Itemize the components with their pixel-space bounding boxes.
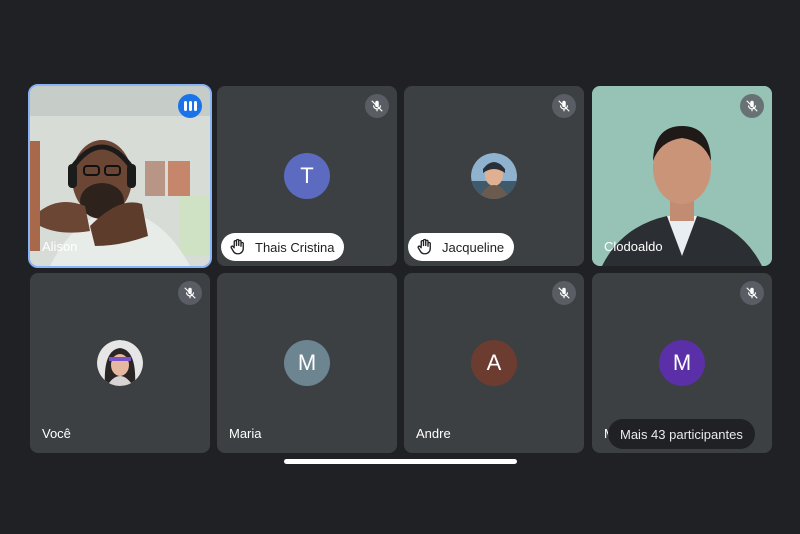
audio-level-icon — [183, 101, 187, 111]
mic-off-icon — [740, 94, 764, 118]
raised-hand-icon — [230, 238, 244, 255]
participant-name: Alison — [42, 239, 78, 254]
participant-name: Thais Cristina — [255, 239, 335, 255]
more-participants-tile[interactable]: M M Mais 43 participantes — [592, 273, 772, 453]
participant-name: Clodoaldo — [604, 239, 663, 254]
avatar: T — [284, 153, 330, 199]
raised-hand-badge: Jacqueline — [408, 233, 515, 261]
home-indicator[interactable] — [284, 459, 517, 464]
participant-tile-thais[interactable]: T Thais Cristina — [217, 86, 397, 266]
participant-tile-alison[interactable]: Alison — [28, 84, 212, 268]
more-participants-button[interactable]: Mais 43 participantes — [608, 419, 755, 449]
raised-hand-badge: Thais Cristina — [221, 233, 345, 261]
participant-tile-andre[interactable]: A Andre — [404, 273, 584, 453]
avatar: M — [659, 340, 705, 386]
participant-tile-jacqueline[interactable]: Jacqueline — [404, 86, 584, 266]
avatar: A — [471, 340, 517, 386]
participant-tile-maria[interactable]: M Maria — [217, 273, 397, 453]
raised-hand-icon — [417, 238, 431, 255]
participant-tile-voce[interactable]: Você — [30, 273, 210, 453]
avatar — [97, 340, 143, 386]
avatar — [471, 153, 517, 199]
mic-off-icon — [552, 281, 576, 305]
participant-name: Jacqueline — [442, 239, 505, 255]
participant-tile-clodoaldo[interactable]: Clodoaldo — [592, 86, 772, 266]
participant-name: Você — [42, 426, 71, 441]
participant-name: Andre — [416, 426, 451, 441]
participant-name: Maria — [229, 426, 262, 441]
mic-off-icon — [740, 281, 764, 305]
avatar: M — [284, 340, 330, 386]
mic-off-icon — [178, 281, 202, 305]
mic-off-icon — [365, 94, 389, 118]
mic-off-icon — [552, 94, 576, 118]
speaking-indicator — [178, 94, 202, 118]
